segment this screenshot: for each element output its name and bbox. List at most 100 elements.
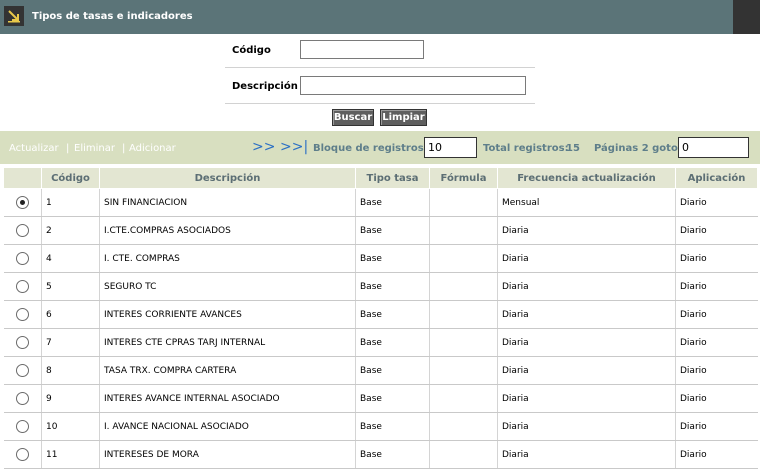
adicionar-link[interactable]: Adicionar — [129, 143, 176, 154]
formula-cell — [429, 384, 498, 413]
radio-icon[interactable] — [15, 308, 29, 321]
radio-icon[interactable] — [15, 364, 29, 377]
radio-icon[interactable] — [15, 420, 29, 433]
table-body: 1 SIN FINANCIACION Base Mensual Diario 2 I.CTE… — [3, 188, 758, 469]
limpiar-button[interactable]: Limpiar — [380, 109, 427, 126]
table-header-row: Código Descripción Tipo tasa Fórmula Fre… — [3, 167, 758, 189]
radio-icon[interactable] — [15, 224, 29, 237]
aplicacion-cell: Diario — [675, 188, 758, 217]
page-title: Tipos de tasas e indicadores — [32, 11, 193, 22]
table-row[interactable]: 10 I. AVANCE NACIONAL ASOCIADO Base Diaria D… — [3, 412, 758, 441]
aplicacion-cell: Diario — [675, 356, 758, 385]
codigo-cell: 7 — [41, 328, 100, 357]
aplicacion-cell: Diario — [675, 216, 758, 245]
radio-icon[interactable] — [15, 336, 29, 349]
tipo-tasa-cell: Base — [355, 216, 430, 245]
table-row[interactable]: 9 INTERES AVANCE INTERNAL ASOCIADO Base Dia… — [3, 384, 758, 413]
tipo-tasa-cell: Base — [355, 384, 430, 413]
table-row[interactable]: 4 I. CTE. COMPRAS Base Diaria Diario — [3, 244, 758, 273]
radio-icon[interactable] — [15, 392, 29, 405]
column-header-select — [3, 167, 42, 189]
aplicacion-cell: Diario — [675, 440, 758, 469]
grid-toolbar: Actualizar | Eliminar | Adicionar >> >>|… — [0, 131, 760, 164]
column-header-tipo-tasa[interactable]: Tipo tasa — [355, 167, 430, 189]
radio-icon[interactable] — [15, 252, 29, 265]
paginas-label: Páginas 2 goto: — [594, 143, 682, 154]
column-header-descripcion[interactable]: Descripción — [99, 167, 356, 189]
total-value: 15 — [566, 143, 580, 154]
row-select-cell[interactable] — [3, 188, 42, 217]
table-row[interactable]: 5 SEGURO TC Base Diaria Diario — [3, 272, 758, 301]
codigo-cell: 8 — [41, 356, 100, 385]
aplicacion-cell: Diario — [675, 300, 758, 329]
table-row[interactable]: 8 TASA TRX. COMPRA CARTERA Base Diaria Diari… — [3, 356, 758, 385]
frecuencia-cell: Diaria — [497, 328, 676, 357]
tipo-tasa-cell: Base — [355, 300, 430, 329]
buscar-button[interactable]: Buscar — [332, 109, 374, 126]
codigo-cell: 1 — [41, 188, 100, 217]
formula-cell — [429, 328, 498, 357]
row-select-cell[interactable] — [3, 216, 42, 245]
formula-cell — [429, 272, 498, 301]
column-header-codigo[interactable]: Código — [41, 167, 100, 189]
radio-icon[interactable] — [15, 196, 29, 209]
actualizar-link[interactable]: Actualizar — [9, 143, 59, 154]
form-divider — [225, 67, 535, 68]
results-table: Código Descripción Tipo tasa Fórmula Fre… — [3, 167, 758, 469]
frecuencia-cell: Mensual — [497, 188, 676, 217]
table-row[interactable]: 2 I.CTE.COMPRAS ASOCIADOS Base Diaria Diario — [3, 216, 758, 245]
descripcion-cell: SEGURO TC — [99, 272, 356, 301]
frecuencia-cell: Diaria — [497, 440, 676, 469]
row-select-cell[interactable] — [3, 272, 42, 301]
formula-cell — [429, 188, 498, 217]
formula-cell — [429, 300, 498, 329]
codigo-cell: 6 — [41, 300, 100, 329]
column-header-formula[interactable]: Fórmula — [429, 167, 498, 189]
row-select-cell[interactable] — [3, 356, 42, 385]
next-page-link[interactable]: >> — [252, 139, 275, 155]
aplicacion-cell: Diario — [675, 412, 758, 441]
row-select-cell[interactable] — [3, 440, 42, 469]
table-row[interactable]: 1 SIN FINANCIACION Base Mensual Diario — [3, 188, 758, 217]
tipo-tasa-cell: Base — [355, 440, 430, 469]
row-select-cell[interactable] — [3, 412, 42, 441]
row-select-cell[interactable] — [3, 300, 42, 329]
codigo-cell: 4 — [41, 244, 100, 273]
frecuencia-cell: Diaria — [497, 272, 676, 301]
table-row[interactable]: 7 INTERES CTE CPRAS TARJ INTERNAL Base Diar… — [3, 328, 758, 357]
frecuencia-cell: Diaria — [497, 244, 676, 273]
formula-cell — [429, 216, 498, 245]
descripcion-cell: I. AVANCE NACIONAL ASOCIADO — [99, 412, 356, 441]
frecuencia-cell: Diaria — [497, 384, 676, 413]
goto-input[interactable] — [678, 137, 749, 158]
radio-icon[interactable] — [15, 448, 29, 461]
last-page-link[interactable]: >>| — [280, 139, 308, 155]
descripcion-input[interactable] — [300, 76, 526, 95]
row-select-cell[interactable] — [3, 328, 42, 357]
toolbar-separator: | — [66, 143, 70, 154]
codigo-cell: 10 — [41, 412, 100, 441]
descripcion-cell: I. CTE. COMPRAS — [99, 244, 356, 273]
column-header-frecuencia[interactable]: Frecuencia actualización — [497, 167, 676, 189]
codigo-input[interactable] — [300, 40, 424, 59]
aplicacion-cell: Diario — [675, 272, 758, 301]
bloque-label: Bloque de registros: — [313, 143, 428, 154]
row-select-cell[interactable] — [3, 384, 42, 413]
aplicacion-cell: Diario — [675, 244, 758, 273]
table-row[interactable]: 11 INTERESES DE MORA Base Diaria Diario — [3, 440, 758, 469]
aplicacion-cell: Diario — [675, 328, 758, 357]
column-header-aplicacion[interactable]: Aplicación — [675, 167, 758, 189]
descripcion-cell: SIN FINANCIACION — [99, 188, 356, 217]
formula-cell — [429, 356, 498, 385]
toolbar-separator: | — [122, 143, 126, 154]
frecuencia-cell: Diaria — [497, 216, 676, 245]
codigo-cell: 9 — [41, 384, 100, 413]
title-bar: Tipos de tasas e indicadores — [0, 0, 760, 34]
formula-cell — [429, 440, 498, 469]
eliminar-link[interactable]: Eliminar — [74, 143, 115, 154]
radio-icon[interactable] — [15, 280, 29, 293]
expand-arrow-icon[interactable] — [4, 6, 24, 26]
table-row[interactable]: 6 INTERES CORRIENTE AVANCES Base Diaria Diar… — [3, 300, 758, 329]
bloque-input[interactable] — [424, 137, 477, 158]
row-select-cell[interactable] — [3, 244, 42, 273]
